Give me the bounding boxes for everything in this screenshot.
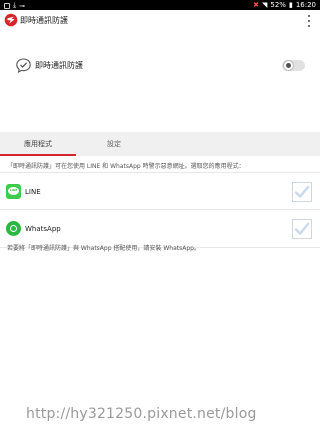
more-vert-icon[interactable] [307, 15, 311, 27]
line-app-icon [6, 184, 21, 199]
status-bar-notifications: ⤓ ⊸ [4, 1, 25, 10]
whatsapp-checkbox[interactable] [292, 219, 312, 239]
app-name: WhatsApp [25, 225, 61, 233]
whatsapp-app-icon [6, 221, 21, 236]
check-icon [294, 222, 310, 235]
app-name: LINE [25, 188, 41, 196]
list-item-whatsapp[interactable]: WhatsApp [0, 210, 320, 248]
battery-icon: ▮ [288, 1, 293, 9]
download-icon: ⤓ [13, 1, 17, 9]
status-bar-system: ✖ ◥ 52% ▮ 16:20 [253, 1, 316, 9]
tab-bar: 應用程式 設定 [0, 132, 320, 156]
protection-toggle-label: 即時通訊防護 [35, 61, 83, 70]
mute-icon: ✖ [253, 1, 259, 9]
app-bar: 即時通訊防護 [0, 10, 320, 32]
intro-text: 「即時通訊防護」可在您使用 LINE 和 WhatsApp 時警示惡意網址。選取… [7, 163, 245, 170]
trend-micro-logo-icon [4, 13, 18, 27]
wifi-icon: ◥ [262, 1, 268, 9]
tab-apps[interactable]: 應用程式 [0, 132, 76, 156]
tab-settings[interactable]: 設定 [76, 132, 152, 156]
clock: 16:20 [295, 1, 316, 9]
app-title: 即時通訊防護 [20, 16, 68, 25]
protection-toggle-row[interactable]: 即時通訊防護 [0, 50, 320, 80]
app-list: LINE WhatsApp [0, 172, 320, 248]
tab-selected-indicator [0, 154, 76, 156]
line-checkbox[interactable] [292, 182, 312, 202]
whatsapp-footnote: 若要將「即時通訊防護」與 WhatsApp 搭配使用，請安裝 WhatsApp。 [7, 245, 200, 252]
status-bar: ⤓ ⊸ ✖ ◥ 52% ▮ 16:20 [0, 0, 320, 10]
list-item-line[interactable]: LINE [0, 172, 320, 210]
check-icon [294, 185, 310, 198]
protection-switch[interactable] [282, 60, 305, 71]
chat-shield-icon [16, 58, 31, 74]
vpn-key-icon: ⊸ [19, 1, 25, 10]
gallery-icon [4, 2, 10, 9]
battery-percent: 52% [270, 1, 286, 9]
switch-knob [283, 60, 294, 71]
watermark-url: http://hy321250.pixnet.net/blog [26, 406, 257, 422]
